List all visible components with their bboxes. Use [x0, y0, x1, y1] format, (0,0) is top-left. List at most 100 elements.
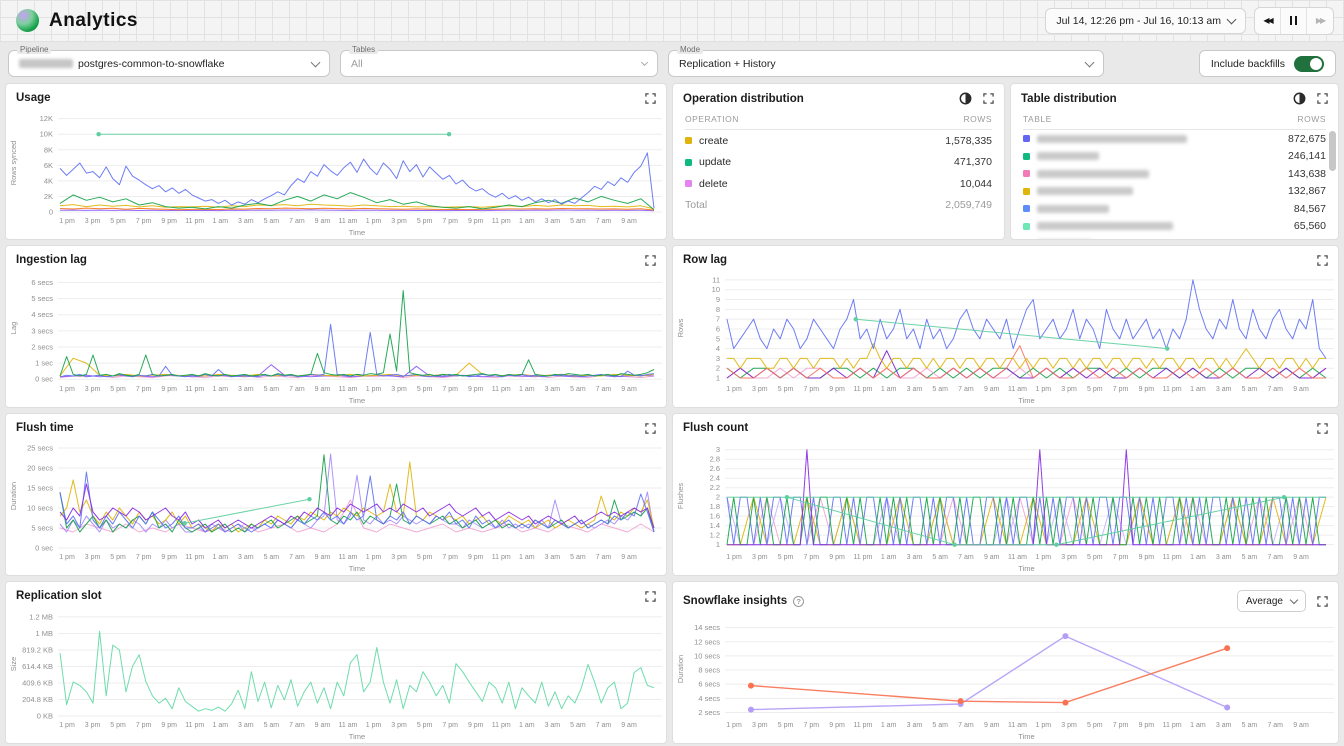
- chevron-down-icon: [1085, 57, 1095, 67]
- svg-text:8K: 8K: [44, 145, 53, 154]
- mode-select[interactable]: Mode Replication + History: [668, 50, 1104, 77]
- svg-text:9 am: 9 am: [984, 554, 1000, 561]
- rewind-button[interactable]: ◀◀: [1255, 8, 1281, 34]
- operation-name: delete: [699, 178, 728, 190]
- svg-text:9 am: 9 am: [315, 554, 331, 561]
- svg-text:3 pm: 3 pm: [1061, 554, 1077, 561]
- svg-text:409.6 KB: 409.6 KB: [22, 678, 53, 687]
- svg-text:Size: Size: [9, 657, 18, 672]
- pause-button[interactable]: [1281, 8, 1307, 34]
- svg-text:11 am: 11 am: [339, 722, 358, 729]
- svg-text:5 am: 5 am: [264, 554, 280, 561]
- pipeline-select[interactable]: Pipeline postgres-common-to-snowflake: [8, 50, 330, 77]
- card-title: Ingestion lag: [16, 254, 87, 266]
- svg-text:3 am: 3 am: [545, 218, 561, 225]
- svg-text:3 pm: 3 pm: [85, 554, 101, 561]
- card-title: Replication slot: [16, 590, 102, 602]
- pie-chart-toggle-icon[interactable]: [1293, 92, 1306, 105]
- svg-text:3 pm: 3 pm: [85, 386, 101, 393]
- svg-text:9 pm: 9 pm: [468, 218, 484, 225]
- svg-text:7 pm: 7 pm: [136, 386, 152, 393]
- svg-text:11 am: 11 am: [1008, 722, 1027, 729]
- svg-text:5 am: 5 am: [264, 218, 280, 225]
- aggregate-select[interactable]: Average: [1237, 590, 1306, 612]
- svg-text:3 am: 3 am: [238, 722, 254, 729]
- svg-text:9 am: 9 am: [1293, 554, 1309, 561]
- scrollbar-thumb[interactable]: [1329, 131, 1336, 171]
- svg-text:9 am: 9 am: [621, 722, 637, 729]
- svg-text:5 pm: 5 pm: [417, 218, 433, 225]
- svg-text:Flushes: Flushes: [676, 483, 685, 510]
- svg-text:14 secs: 14 secs: [694, 623, 720, 632]
- svg-text:9 am: 9 am: [621, 386, 637, 393]
- svg-text:0: 0: [49, 208, 53, 217]
- svg-text:1 pm: 1 pm: [59, 386, 75, 393]
- svg-text:1 pm: 1 pm: [1035, 386, 1051, 393]
- svg-text:1 am: 1 am: [212, 386, 228, 393]
- svg-text:5 am: 5 am: [1242, 386, 1258, 393]
- svg-text:5 pm: 5 pm: [1087, 386, 1103, 393]
- svg-text:8: 8: [716, 305, 720, 314]
- svg-text:7 am: 7 am: [596, 386, 612, 393]
- expand-icon[interactable]: [1317, 596, 1328, 607]
- svg-text:Lag: Lag: [9, 322, 18, 335]
- svg-text:7: 7: [716, 315, 720, 324]
- svg-text:2K: 2K: [44, 192, 53, 201]
- pie-chart-toggle-icon[interactable]: [959, 92, 972, 105]
- operation-name: update: [699, 156, 731, 168]
- svg-text:1 pm: 1 pm: [1035, 554, 1051, 561]
- svg-text:8 secs: 8 secs: [698, 666, 720, 675]
- include-backfills-toggle[interactable]: [1294, 56, 1324, 72]
- snowflake-insights-chart: 2 secs4 secs6 secs8 secs10 secs12 secs14…: [673, 614, 1338, 743]
- redacted-table-name: [1037, 222, 1173, 230]
- svg-text:9 pm: 9 pm: [468, 722, 484, 729]
- expand-icon[interactable]: [983, 93, 994, 104]
- playback-button-group: ◀◀ ▶▶: [1254, 7, 1334, 35]
- svg-text:Time: Time: [349, 732, 365, 741]
- expand-icon[interactable]: [1317, 93, 1328, 104]
- svg-text:5 pm: 5 pm: [778, 722, 794, 729]
- table-rows-value: 65,560: [1294, 220, 1326, 232]
- pipeline-value: postgres-common-to-snowflake: [78, 58, 224, 70]
- svg-text:1 am: 1 am: [1190, 554, 1206, 561]
- svg-text:9 am: 9 am: [621, 218, 637, 225]
- expand-icon[interactable]: [645, 591, 656, 602]
- expand-icon[interactable]: [645, 423, 656, 434]
- expand-icon[interactable]: [1317, 255, 1328, 266]
- operation-name: create: [699, 135, 728, 147]
- date-range-selector[interactable]: Jul 14, 12:26 pm - Jul 16, 10:13 am: [1045, 8, 1246, 34]
- card-title: Operation distribution: [683, 93, 804, 105]
- svg-text:1 pm: 1 pm: [366, 218, 382, 225]
- fast-forward-button[interactable]: ▶▶: [1307, 8, 1333, 34]
- svg-text:9 am: 9 am: [315, 218, 331, 225]
- svg-text:9 pm: 9 pm: [161, 218, 177, 225]
- svg-text:1 am: 1 am: [519, 386, 535, 393]
- svg-text:7 am: 7 am: [289, 554, 305, 561]
- svg-text:1 pm: 1 pm: [59, 218, 75, 225]
- series-color-swatch: [1023, 170, 1030, 177]
- svg-text:20 secs: 20 secs: [27, 464, 53, 473]
- svg-text:9 am: 9 am: [621, 554, 637, 561]
- svg-text:1 am: 1 am: [881, 386, 897, 393]
- svg-text:3 pm: 3 pm: [391, 722, 407, 729]
- help-icon[interactable]: ?: [793, 596, 804, 607]
- svg-text:11 pm: 11 pm: [185, 554, 204, 561]
- chevron-down-icon: [311, 57, 321, 67]
- expand-icon[interactable]: [645, 93, 656, 104]
- expand-icon[interactable]: [1317, 423, 1328, 434]
- svg-text:5 pm: 5 pm: [110, 218, 126, 225]
- svg-text:9 pm: 9 pm: [468, 554, 484, 561]
- svg-text:11 pm: 11 pm: [853, 386, 872, 393]
- svg-text:3: 3: [716, 354, 720, 363]
- expand-icon[interactable]: [645, 255, 656, 266]
- svg-text:7 am: 7 am: [596, 554, 612, 561]
- card-title: Snowflake insights: [683, 595, 787, 607]
- svg-text:9 pm: 9 pm: [161, 386, 177, 393]
- svg-text:1 am: 1 am: [881, 722, 897, 729]
- table-rows-value: 872,675: [1288, 133, 1326, 145]
- card-title: Flush count: [683, 422, 748, 434]
- svg-text:1: 1: [716, 540, 720, 549]
- tables-select[interactable]: Tables All: [340, 50, 658, 77]
- svg-text:1 pm: 1 pm: [366, 554, 382, 561]
- svg-text:7 am: 7 am: [596, 218, 612, 225]
